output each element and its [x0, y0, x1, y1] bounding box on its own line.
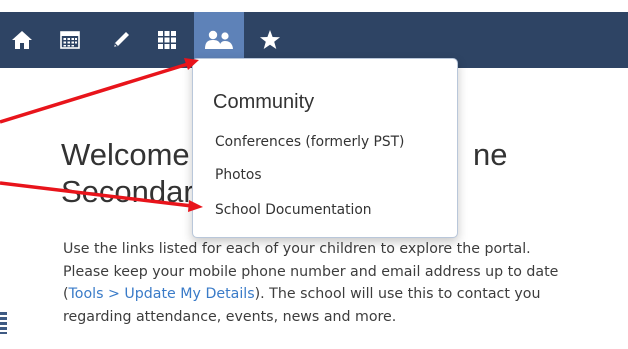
intro-line: Use the links listed for each of your ch…	[63, 241, 531, 257]
welcome-text-right: ne	[473, 137, 508, 172]
community-dropdown-menu: Community Conferences (formerly PST) Pho…	[192, 58, 458, 238]
intro-line: regarding attendance, events, news and m…	[63, 308, 397, 325]
calendar-icon	[60, 31, 80, 49]
sidebar-toggle-icon[interactable]	[0, 312, 7, 334]
intro-line-rest: ). The school will use this to contact y…	[254, 286, 541, 302]
intro-paragraph: Use the links listed for each of your ch…	[63, 238, 603, 328]
intro-line: Please keep your mobile phone number and…	[63, 263, 559, 280]
nav-edit[interactable]	[101, 12, 141, 68]
menu-item-conferences[interactable]: Conferences (formerly PST)	[215, 134, 404, 150]
grid-icon	[158, 31, 176, 49]
menu-item-photos[interactable]: Photos	[215, 167, 262, 183]
nav-calendar[interactable]	[50, 12, 90, 68]
nav-apps[interactable]	[147, 12, 187, 68]
pencil-icon	[114, 32, 129, 47]
welcome-text-left: Welcome	[61, 137, 190, 172]
star-icon	[260, 30, 280, 49]
home-icon	[12, 31, 32, 49]
update-details-link[interactable]: Tools > Update My Details	[69, 286, 255, 302]
community-icon	[205, 30, 233, 49]
nav-home[interactable]	[2, 12, 42, 68]
intro-line: (Tools > Update My Details). The school …	[63, 283, 603, 306]
dropdown-title: Community	[213, 91, 315, 113]
arrow-to-community-icon	[0, 62, 189, 124]
menu-item-school-documentation[interactable]: School Documentation	[215, 202, 372, 218]
